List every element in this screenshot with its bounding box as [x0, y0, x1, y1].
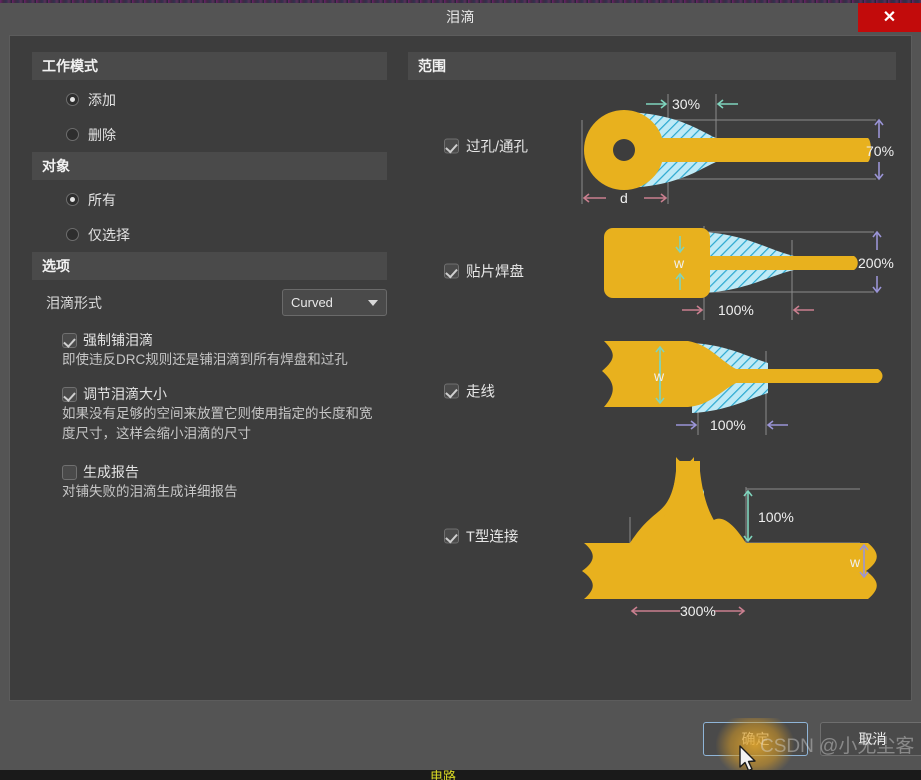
radio-all[interactable]: 所有 — [32, 182, 387, 217]
window-title: 泪滴 — [446, 9, 475, 25]
checkbox-label-track: 走线 — [466, 384, 495, 401]
checkbox-label-smd-pad: 贴片焊盘 — [466, 264, 524, 280]
close-icon: ✕ — [882, 8, 897, 26]
svg-text:w: w — [849, 554, 861, 570]
checkbox-force-teardrop[interactable]: 强制铺泪滴 — [32, 332, 387, 348]
radio-icon-add — [66, 93, 79, 106]
range-row-via: 过孔/通孔 30% 70% d — [408, 82, 896, 210]
desc-generate-report: 对铺失败的泪滴生成详细报告 — [62, 484, 238, 499]
radio-selected-only[interactable]: 仅选择 — [32, 217, 387, 252]
checkbox-icon-smd-pad — [444, 263, 459, 278]
svg-text:w: w — [673, 255, 685, 271]
checkbox-icon-generate-report — [62, 465, 77, 480]
left-panel: 工作模式 添加 删除 对象 所有 仅选择 选项 泪滴形式 Curved 强制铺泪… — [32, 52, 387, 502]
ok-button[interactable]: 确定 — [703, 722, 808, 756]
radio-add[interactable]: 添加 — [32, 82, 387, 117]
range-row-track: 走线 w 100% — [408, 331, 896, 451]
close-button[interactable]: ✕ — [858, 3, 921, 32]
checkbox-smd-pad[interactable]: 贴片焊盘 — [444, 260, 524, 281]
teardrop-style-dropdown[interactable]: Curved — [282, 289, 387, 316]
radio-label-add: 添加 — [88, 91, 116, 108]
range-row-smd-pad: 贴片焊盘 w 200% 100% — [408, 210, 896, 331]
section-header-object: 对象 — [32, 152, 387, 180]
section-header-range: 范围 — [408, 52, 896, 80]
checkbox-label-adjust-size: 调节泪滴大小 — [83, 386, 167, 402]
svg-text:100%: 100% — [710, 417, 746, 433]
svg-text:70%: 70% — [866, 143, 894, 159]
checkbox-generate-report[interactable]: 生成报告 — [32, 464, 387, 480]
bottom-screen-scrap: 电路 — [0, 770, 921, 780]
dialog-content: 工作模式 添加 删除 对象 所有 仅选择 选项 泪滴形式 Curved 强制铺泪… — [9, 35, 912, 701]
radio-icon-all — [66, 193, 79, 206]
cancel-button[interactable]: 取消 — [820, 722, 921, 756]
svg-text:100%: 100% — [718, 302, 754, 318]
track-teardrop-diagram: w 100% — [568, 331, 896, 448]
checkbox-via[interactable]: 过孔/通孔 — [444, 136, 528, 157]
t-junction-teardrop-diagram: 100% w 300% — [568, 447, 896, 617]
svg-text:w: w — [653, 368, 665, 384]
checkbox-adjust-size[interactable]: 调节泪滴大小 — [32, 386, 387, 402]
checkbox-icon-adjust-size — [62, 387, 77, 402]
teardrop-dialog: 泪滴 ✕ 工作模式 添加 删除 对象 所有 仅选择 选项 泪滴形式 Curved… — [0, 0, 921, 780]
teardrop-style-label: 泪滴形式 — [46, 295, 102, 311]
checkbox-icon-t-junction — [444, 528, 459, 544]
checkbox-icon-force-teardrop — [62, 333, 77, 348]
radio-delete[interactable]: 删除 — [32, 117, 387, 152]
radio-icon-delete — [66, 128, 79, 141]
bottom-scrap-text: 电路 — [430, 770, 457, 780]
radio-icon-selected-only — [66, 228, 79, 241]
via-teardrop-diagram: 30% 70% d — [568, 82, 896, 206]
radio-label-delete: 删除 — [88, 126, 116, 143]
dialog-footer: 确定 取消 — [0, 701, 921, 780]
svg-text:30%: 30% — [672, 96, 700, 112]
title-bar: 泪滴 ✕ — [0, 3, 921, 32]
svg-text:100%: 100% — [758, 509, 794, 525]
section-header-options: 选项 — [32, 252, 387, 280]
checkbox-label-force-teardrop: 强制铺泪滴 — [83, 332, 153, 348]
desc-force-teardrop: 即使违反DRC规则还是铺泪滴到所有焊盘和过孔 — [62, 352, 348, 367]
checkbox-t-junction[interactable]: T型连接 — [444, 526, 518, 547]
right-panel: 范围 过孔/通孔 30% 70% d 贴片焊盘 w 200% 100% 走线 w… — [408, 52, 896, 621]
checkbox-label-generate-report: 生成报告 — [83, 464, 139, 480]
chevron-down-icon — [368, 299, 378, 306]
checkbox-icon-track — [444, 383, 459, 399]
radio-label-all: 所有 — [88, 191, 116, 208]
checkbox-label-t-junction: T型连接 — [466, 529, 519, 546]
radio-label-selected-only: 仅选择 — [88, 226, 130, 243]
svg-text:d: d — [620, 190, 628, 206]
smd-pad-teardrop-diagram: w 200% 100% — [568, 210, 896, 327]
svg-text:200%: 200% — [858, 255, 894, 271]
section-header-work-mode: 工作模式 — [32, 52, 387, 80]
teardrop-style-value: Curved — [291, 295, 333, 310]
checkbox-track[interactable]: 走线 — [444, 381, 495, 402]
teardrop-style-row: 泪滴形式 Curved — [32, 282, 387, 324]
desc-adjust-size: 如果没有足够的空间来放置它则使用指定的长度和宽度尺寸，这样会缩小泪滴的尺寸 — [62, 406, 373, 441]
checkbox-icon-via — [444, 138, 459, 154]
range-row-t-junction: T型连接 100% w 300% — [408, 451, 896, 621]
checkbox-label-via: 过孔/通孔 — [466, 139, 529, 156]
svg-text:300%: 300% — [680, 603, 716, 617]
